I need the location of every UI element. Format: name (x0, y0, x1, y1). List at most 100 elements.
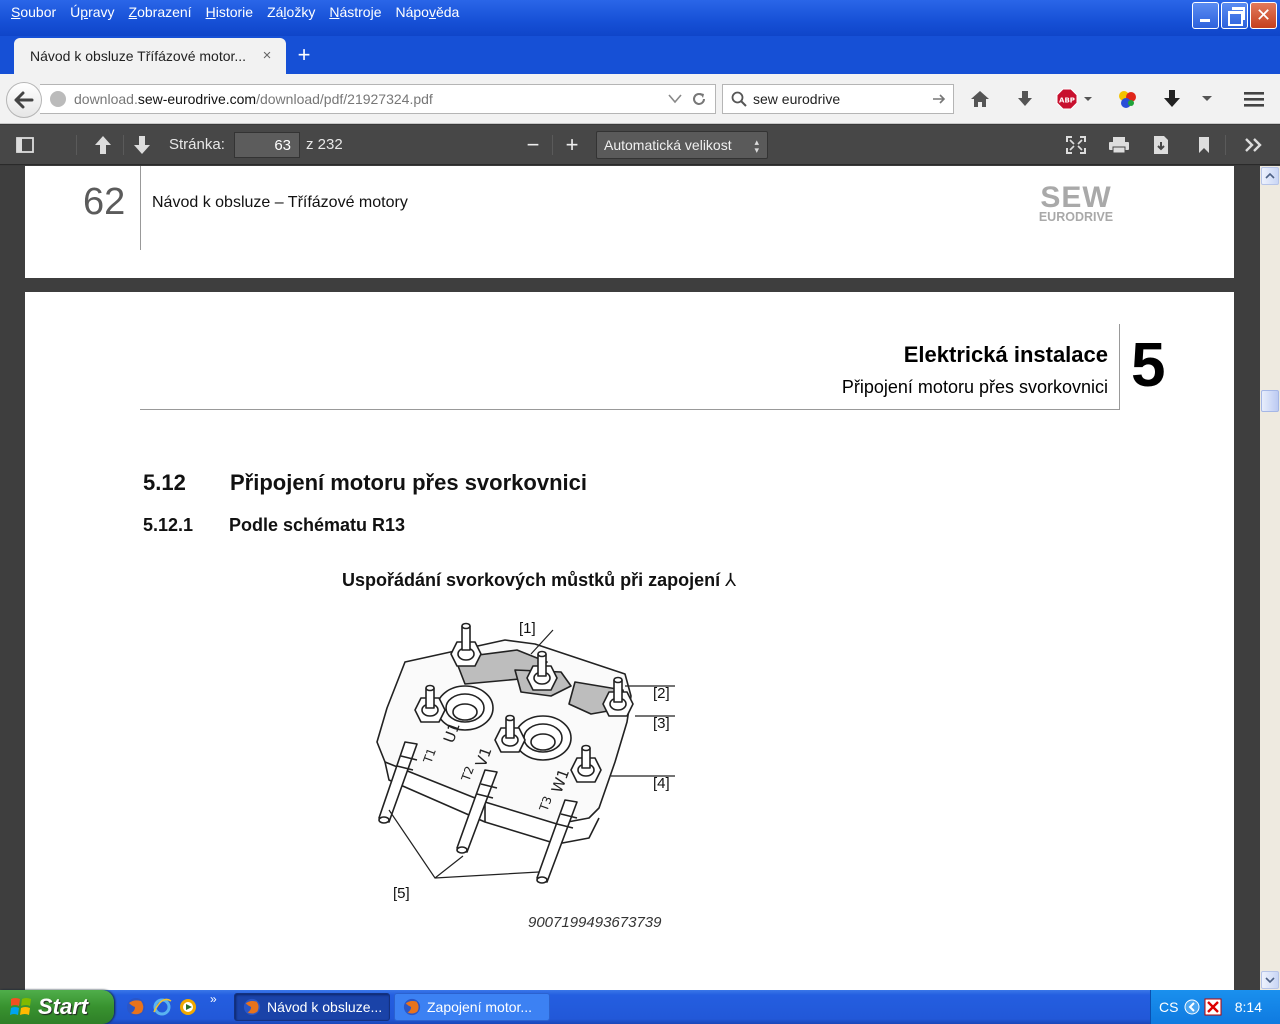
chapter-number: 5 (1131, 331, 1166, 400)
previous-page-icon[interactable] (89, 132, 117, 158)
scroll-up-button[interactable] (1261, 167, 1279, 185)
downloads-icon[interactable] (1011, 86, 1039, 112)
start-button[interactable]: Start (0, 990, 114, 1024)
save-document-icon[interactable] (1147, 132, 1175, 158)
subsection-title: Podle schématu R13 (229, 515, 406, 535)
star-connection-symbol: ⅄ (725, 570, 737, 590)
page-total: z 232 (306, 136, 343, 153)
firefox-quicklaunch-icon[interactable] (126, 997, 146, 1017)
zoom-select[interactable]: Automatická velikost ▴ ▾ (596, 131, 768, 159)
quicklaunch-more[interactable]: » (210, 992, 217, 1006)
zoom-in-button[interactable]: + (558, 132, 586, 158)
window-titlebar: Soubor Úpravy Zobrazení Historie Záložky… (0, 0, 1280, 36)
windows-logo-icon (10, 998, 31, 1015)
tab-active[interactable]: Návod k obsluze Třífázové motor... × (14, 38, 286, 74)
restore-icon (1222, 3, 1247, 28)
zoom-out-button[interactable]: − (519, 132, 547, 158)
subsection-number: 5.12.1 (143, 515, 194, 535)
toolbar-divider (123, 135, 124, 155)
tab-close-icon[interactable]: × (260, 48, 274, 63)
firefox-icon (403, 998, 421, 1016)
search-input[interactable]: sew eurodrive (753, 91, 927, 107)
close-window-button[interactable]: ✕ (1250, 2, 1277, 29)
language-indicator[interactable]: CS (1159, 999, 1178, 1015)
taskbar-item-label: Návod k obsluze... (267, 999, 383, 1015)
color-picker-icon[interactable] (1113, 86, 1141, 112)
chevron-down-icon (1265, 977, 1275, 983)
url-path: /download/pdf/21927324.pdf (256, 91, 433, 107)
section-title: Připojení motoru přes svorkovnici (230, 470, 587, 495)
sidebar-toggle-icon[interactable] (11, 132, 39, 158)
home-icon[interactable] (966, 86, 994, 112)
zoom-select-value: Automatická velikost (604, 137, 732, 153)
url-bar[interactable]: download.sew-eurodrive.com/download/pdf/… (40, 84, 716, 114)
download-arrow-icon[interactable] (1158, 86, 1186, 112)
taskbar-item-navod[interactable]: Návod k obsluze... (234, 993, 390, 1021)
tab-strip: Návod k obsluze Třífázové motor... × + (0, 36, 1280, 74)
chapter-header-subtitle: Připojení motoru přes svorkovnici (841, 377, 1108, 397)
figure-caption: Uspořádání svorkových můstků při zapojen… (342, 570, 736, 591)
next-page-icon[interactable] (128, 132, 156, 158)
scroll-down-button[interactable] (1261, 971, 1279, 989)
menu-bar: Soubor Úpravy Zobrazení Historie Záložky… (0, 0, 468, 24)
pdf-viewer[interactable]: 62 Návod k obsluze – Třífázové motory SE… (0, 166, 1260, 990)
figure-caption-text: Uspořádání svorkových můstků při zapojen… (342, 570, 721, 590)
back-arrow-icon (14, 91, 34, 109)
terminal-board-illustration: U1 V1 W1 T1 T2 T3 (376, 622, 675, 884)
page-number: 62 (83, 181, 126, 223)
page-number-input[interactable] (234, 132, 300, 158)
system-tray: CS 8:14 (1150, 990, 1280, 1024)
pdf-page-62: 62 Návod k obsluze – Třífázové motory SE… (25, 166, 1234, 278)
search-icon (731, 91, 747, 107)
media-player-icon[interactable] (178, 997, 198, 1017)
menu-nastroje[interactable]: Nástroje (324, 4, 386, 20)
toolbar-overflow-icon[interactable] (1196, 86, 1218, 112)
svg-text:ABP: ABP (1059, 97, 1075, 105)
tray-alert-icon[interactable] (1204, 998, 1222, 1016)
presentation-mode-icon[interactable] (1062, 132, 1090, 158)
navigation-toolbar: download.sew-eurodrive.com/download/pdf/… (0, 74, 1280, 124)
header-rule (140, 409, 1120, 410)
taskbar-item-zapojeni[interactable]: Zapojení motor... (394, 993, 550, 1021)
search-bar[interactable]: sew eurodrive (722, 84, 954, 114)
windows-taskbar: Start » Návod k obsluze... Zapojení moto… (0, 990, 1280, 1024)
svg-text:EURODRIVE: EURODRIVE (1039, 210, 1113, 224)
tab-title: Návod k obsluze Třífázové motor... (30, 48, 247, 64)
start-label: Start (38, 994, 89, 1019)
menu-zobrazeni[interactable]: Zobrazení (124, 4, 197, 20)
internet-explorer-icon[interactable] (152, 997, 172, 1017)
print-icon[interactable] (1105, 132, 1133, 158)
menu-soubor[interactable]: Soubor (6, 4, 61, 20)
sew-eurodrive-logo: SEW EURODRIVE (1039, 181, 1113, 224)
search-go-icon[interactable] (927, 87, 951, 111)
tray-expand-icon[interactable] (1184, 999, 1200, 1015)
menu-historie[interactable]: Historie (201, 4, 258, 20)
tools-menu-icon[interactable] (1240, 132, 1268, 158)
select-arrows-icon: ▴ ▾ (754, 137, 759, 155)
callout-2: [2] (653, 685, 670, 702)
chevron-up-icon (1265, 173, 1275, 179)
firefox-icon (243, 998, 261, 1016)
vertical-scrollbar[interactable] (1260, 166, 1280, 990)
callout-1: [1] (519, 620, 536, 637)
bookmark-icon[interactable] (1190, 132, 1218, 158)
dropdown-arrow-icon[interactable] (663, 87, 687, 111)
pdf-toolbar: Stránka: z 232 − + Automatická velikost … (0, 125, 1280, 165)
callout-3: [3] (653, 715, 670, 732)
callout-4: [4] (653, 775, 670, 792)
page-label: Stránka: (169, 136, 225, 153)
new-tab-button[interactable]: + (292, 44, 316, 68)
menu-napoveda[interactable]: Nápověda (390, 4, 464, 20)
minimize-icon (1193, 3, 1218, 28)
scrollbar-thumb[interactable] (1261, 390, 1279, 412)
restore-button[interactable] (1221, 2, 1248, 29)
section-number: 5.12 (143, 470, 186, 495)
url-text[interactable]: download.sew-eurodrive.com/download/pdf/… (74, 91, 663, 107)
reload-icon[interactable] (687, 87, 711, 111)
menu-zalozky[interactable]: Záložky (262, 4, 320, 20)
menu-upravy[interactable]: Úpravy (65, 4, 119, 20)
hamburger-menu-icon[interactable] (1240, 86, 1268, 112)
back-button[interactable] (6, 82, 42, 118)
adblock-plus-icon[interactable]: ABP (1056, 86, 1096, 112)
minimize-button[interactable] (1192, 2, 1219, 29)
